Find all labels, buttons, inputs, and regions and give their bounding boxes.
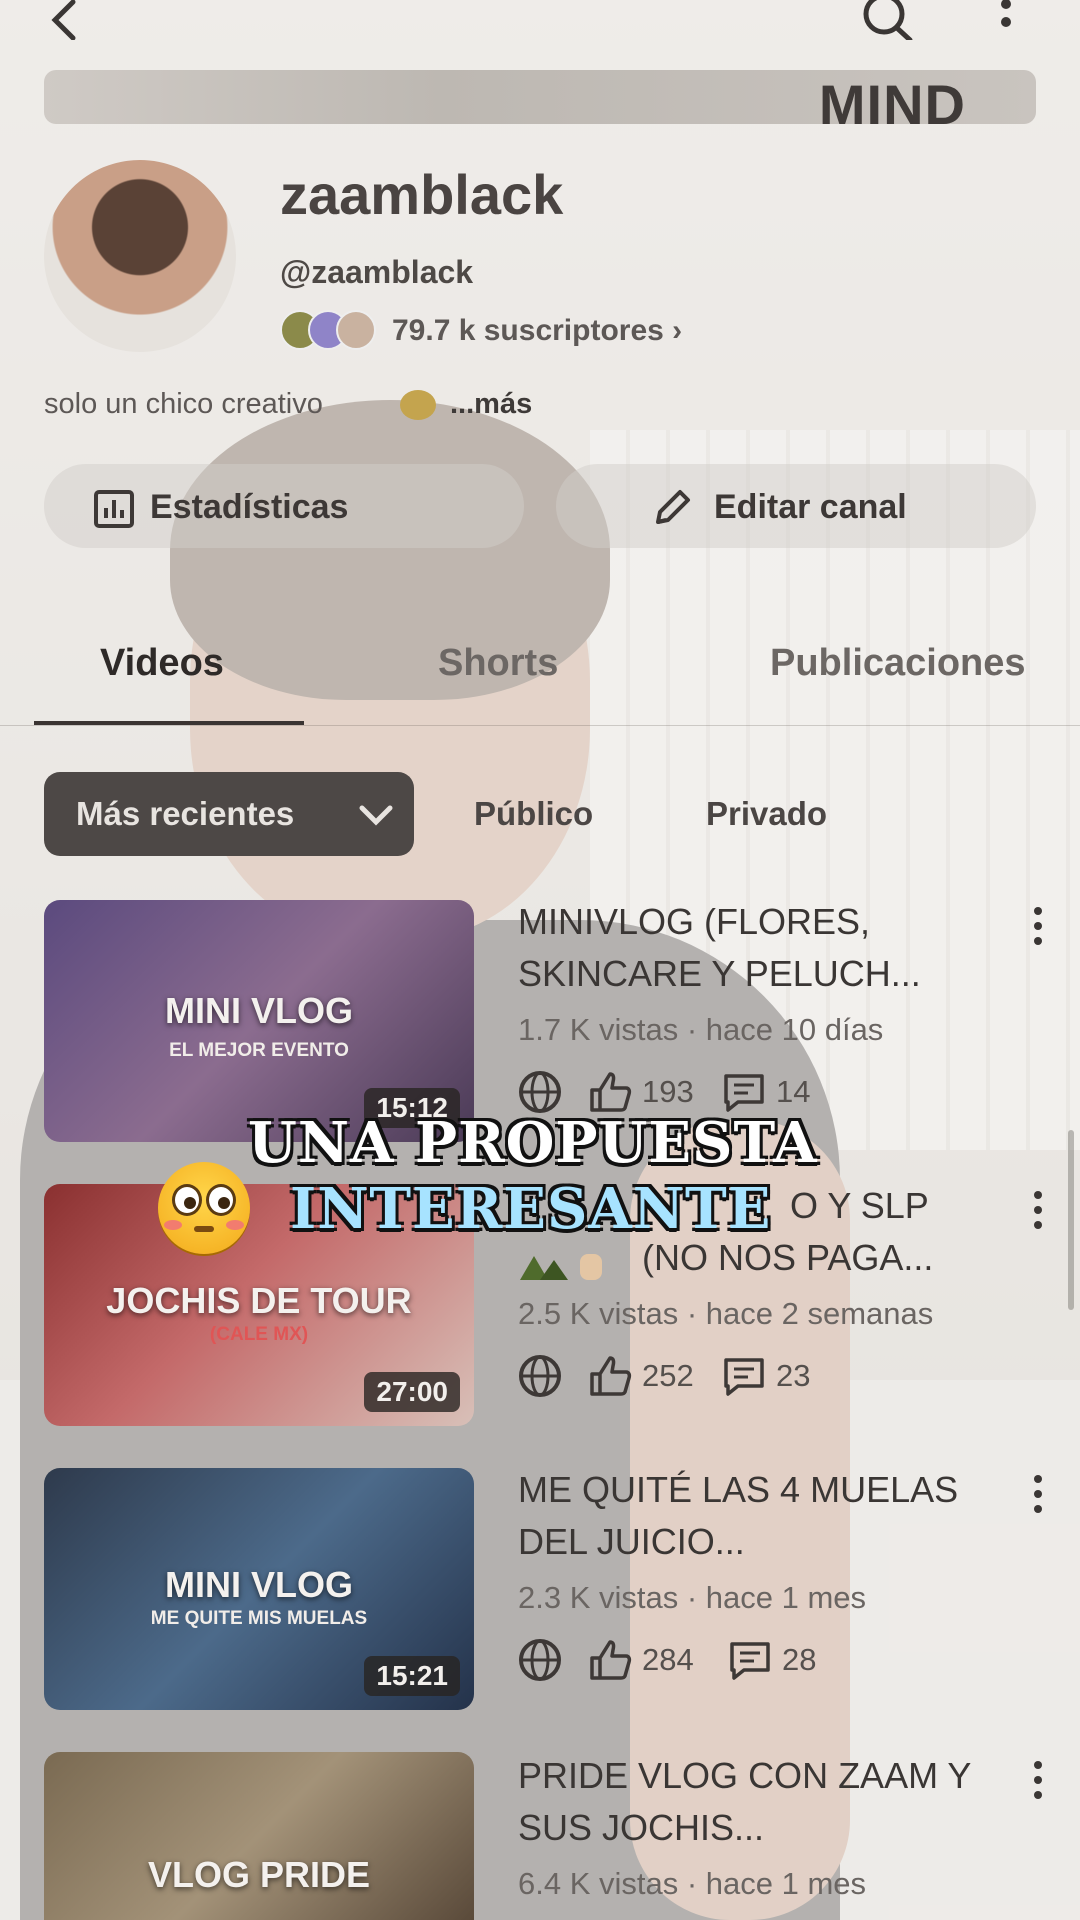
sort-dropdown-label: Más recientes xyxy=(76,795,295,832)
comment-count: 14 xyxy=(776,1074,811,1109)
thumbnail-title: VLOG PRIDE xyxy=(147,1854,371,1895)
thumbnail-subtitle: (CALE MX) xyxy=(209,1324,309,1345)
subscriber-avatars xyxy=(280,308,380,352)
video-options-icon[interactable] xyxy=(1030,1760,1046,1800)
video-thumbnail[interactable]: MINI VLOG EL MEJOR EVENTO 15:12 xyxy=(44,900,474,1142)
bar-chart-icon xyxy=(94,490,134,528)
video-options-icon[interactable] xyxy=(1030,1190,1046,1230)
scrollbar[interactable] xyxy=(1068,1130,1074,1310)
video-title[interactable]: PRIDE VLOG CON ZAAM Y SUS JOCHIS... xyxy=(518,1750,998,1854)
globe-icon xyxy=(519,1639,561,1681)
bio-more-link[interactable]: ...más xyxy=(450,388,532,421)
thumbnail-title: JOCHIS DE TOUR xyxy=(106,1280,412,1321)
chevron-left-icon xyxy=(51,0,76,40)
video-stats: 193 14 xyxy=(518,1066,978,1114)
video-meta: 6.4 K vistas · hace 1 mes xyxy=(518,1866,867,1901)
channel-handle: @zaamblack xyxy=(280,254,474,290)
banner-text: MIND xyxy=(818,73,966,124)
bio-emoji xyxy=(400,390,436,420)
search-icon xyxy=(863,0,913,40)
channel-name: zaamblack xyxy=(280,163,564,226)
comment-icon[interactable] xyxy=(728,1638,772,1682)
video-meta: 1.7 K vistas · hace 10 días xyxy=(518,1012,884,1047)
video-title-line2[interactable]: (NO NOS PAGA... xyxy=(642,1232,1022,1284)
video-options-icon[interactable] xyxy=(1030,1474,1046,1514)
comment-icon[interactable] xyxy=(722,1354,766,1398)
video-meta: 2.5 K vistas · hace 2 semanas xyxy=(518,1296,934,1331)
like-count: 193 xyxy=(642,1074,694,1109)
chevron-down-icon xyxy=(356,800,396,830)
back-button[interactable] xyxy=(40,0,90,40)
like-icon[interactable] xyxy=(588,1070,632,1114)
video-meta: 2.3 K vistas · hace 1 mes xyxy=(518,1580,867,1615)
thumbnail-title: MINI VLOG xyxy=(165,990,353,1031)
channel-bio: solo un chico creativo xyxy=(44,388,323,420)
tabs-divider xyxy=(0,725,1080,726)
video-title[interactable]: MINIVLOG (FLORES, SKINCARE Y PELUCH... xyxy=(518,896,998,1000)
video-thumbnail[interactable]: VLOG PRIDE xyxy=(44,1752,474,1920)
tab-posts[interactable]: Publicaciones xyxy=(770,642,1026,685)
more-vert-icon[interactable] xyxy=(996,0,1016,36)
subscriber-count-link[interactable]: 79.7 k suscriptores › xyxy=(392,314,682,348)
comment-count: 23 xyxy=(776,1358,811,1393)
video-thumbnail[interactable]: JOCHIS DE TOUR (CALE MX) 27:00 xyxy=(44,1184,474,1426)
comment-count: 28 xyxy=(782,1642,817,1677)
video-duration: 15:21 xyxy=(364,1656,460,1696)
thumbnail-subtitle: ME QUITE MIS MUELAS xyxy=(150,1608,368,1629)
comment-icon[interactable] xyxy=(722,1070,766,1114)
edit-channel-label: Editar canal xyxy=(714,488,907,526)
video-duration: 27:00 xyxy=(364,1372,460,1412)
like-count: 252 xyxy=(642,1358,694,1393)
globe-icon xyxy=(519,1071,561,1113)
video-thumbnail[interactable]: MINI VLOG ME QUITE MIS MUELAS 15:21 xyxy=(44,1468,474,1710)
filter-public-chip[interactable]: Público xyxy=(474,772,593,856)
video-title[interactable]: O Y SLP xyxy=(790,1180,1010,1232)
pencil-icon xyxy=(652,488,692,528)
like-count: 284 xyxy=(642,1642,694,1677)
title-emojis xyxy=(520,1250,610,1282)
channel-page: MIND zaamblack @zaamblack 79.7 k suscrip… xyxy=(0,0,1080,1920)
search-button[interactable] xyxy=(858,0,918,40)
channel-banner: MIND xyxy=(44,70,1036,124)
like-icon[interactable] xyxy=(588,1354,632,1398)
thumbnail-subtitle: EL MEJOR EVENTO xyxy=(169,1040,349,1061)
tab-videos[interactable]: Videos xyxy=(100,642,224,685)
video-title[interactable]: ME QUITÉ LAS 4 MUELAS DEL JUICIO... xyxy=(518,1464,998,1568)
video-stats: 252 23 xyxy=(518,1350,978,1398)
thumbnail-title: MINI VLOG xyxy=(165,1564,353,1605)
like-icon[interactable] xyxy=(588,1638,632,1682)
stats-button-label: Estadísticas xyxy=(150,488,349,526)
filter-private-chip[interactable]: Privado xyxy=(706,772,827,856)
globe-icon xyxy=(519,1355,561,1397)
tab-shorts[interactable]: Shorts xyxy=(438,642,558,685)
video-duration: 15:12 xyxy=(364,1088,460,1128)
video-options-icon[interactable] xyxy=(1030,906,1046,946)
video-stats: 284 28 xyxy=(518,1634,978,1682)
channel-avatar[interactable] xyxy=(44,160,236,352)
